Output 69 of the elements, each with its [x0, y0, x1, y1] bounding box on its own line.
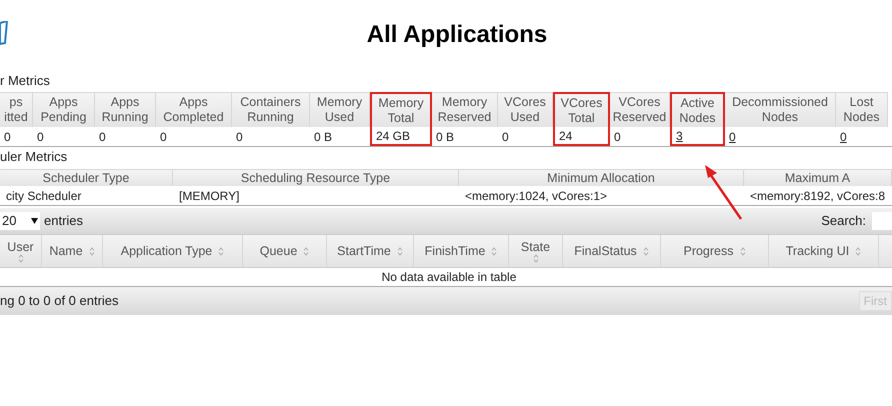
- column-header: Scheduler Type: [0, 169, 173, 186]
- caret-icon: [31, 218, 38, 224]
- entries-label: entries: [44, 212, 84, 230]
- column-header[interactable]: StartTime: [327, 235, 414, 267]
- table-cell-text: city Scheduler: [5, 188, 82, 204]
- metric-value: 0 B: [435, 128, 456, 146]
- search-label: Search:: [821, 212, 866, 230]
- column-header: Lost Nodes: [836, 92, 888, 127]
- column-header: Minimum Allocation: [459, 169, 744, 186]
- column-header: Maximum A: [744, 169, 892, 186]
- page-title: All Applications: [366, 20, 548, 50]
- column-header[interactable]: Application Type: [103, 235, 243, 267]
- metric-value: 24: [553, 127, 610, 146]
- column-header: ps itted: [0, 92, 33, 127]
- empty-message: No data available in table: [380, 269, 516, 286]
- search-field[interactable]: [872, 212, 892, 230]
- metric-value: 0: [159, 128, 168, 146]
- column-header[interactable]: Name: [42, 235, 103, 267]
- metric-value: 0 B: [313, 128, 334, 146]
- sort-icon: [88, 246, 95, 256]
- column-header[interactable]: Queue: [243, 235, 327, 267]
- metric-value: 0: [3, 128, 12, 146]
- column-header: [879, 235, 892, 267]
- column-header: Decommissioned Nodes: [725, 92, 836, 127]
- metric-link[interactable]: 0: [725, 127, 836, 146]
- entries-info: ng 0 to 0 of 0 entries: [0, 292, 119, 310]
- logo-icon: [0, 21, 8, 45]
- page-size-select[interactable]: 20: [0, 212, 40, 230]
- column-header: Apps Pending: [33, 92, 95, 127]
- column-header: Apps Completed: [156, 92, 232, 127]
- sort-icon: [218, 246, 224, 256]
- section-title: uler Metrics: [0, 148, 68, 166]
- section-title: r Metrics: [0, 72, 51, 90]
- sort-icon: [396, 246, 403, 256]
- metric-link[interactable]: 3: [670, 127, 725, 146]
- column-header: Memory Total: [370, 92, 432, 127]
- sort-icon: [855, 246, 862, 256]
- metric-value: 0: [613, 128, 622, 146]
- metric-link[interactable]: 0: [836, 127, 888, 146]
- metric-value: 0: [501, 128, 510, 146]
- table-cell-text: <memory:8192, vCores:8: [749, 188, 886, 204]
- sort-icon: [532, 254, 538, 262]
- table-cell-text: <memory:1024, vCores:1>: [464, 188, 608, 204]
- sort-icon: [303, 246, 310, 256]
- column-header[interactable]: FinishTime: [414, 235, 509, 267]
- column-header: Containers Running: [232, 92, 310, 127]
- metric-value: 24 GB: [370, 127, 432, 146]
- annotation-arrow: [702, 163, 744, 221]
- column-header[interactable]: Tracking UI: [769, 235, 879, 267]
- column-header[interactable]: Progress: [661, 235, 769, 267]
- column-header: Memory Used: [310, 92, 370, 127]
- column-header: VCores Reserved: [610, 92, 670, 127]
- metric-value: 0: [36, 128, 45, 146]
- metric-value: 0: [98, 128, 107, 146]
- column-header[interactable]: State: [509, 235, 563, 267]
- sort-icon: [491, 246, 498, 256]
- sort-icon: [642, 246, 649, 256]
- column-header: Active Nodes: [670, 92, 725, 127]
- table-cell-text: [MEMORY]: [178, 188, 240, 204]
- column-header: VCores Used: [498, 92, 553, 127]
- column-header[interactable]: FinalStatus: [563, 235, 661, 267]
- column-header[interactable]: User: [0, 235, 42, 267]
- column-header: Memory Reserved: [432, 92, 498, 127]
- column-header: Scheduling Resource Type: [173, 169, 459, 186]
- metric-value: 0: [235, 128, 244, 146]
- column-header: Apps Running: [95, 92, 156, 127]
- sort-icon: [18, 254, 24, 262]
- sort-icon: [740, 246, 746, 256]
- column-header: VCores Total: [553, 92, 610, 127]
